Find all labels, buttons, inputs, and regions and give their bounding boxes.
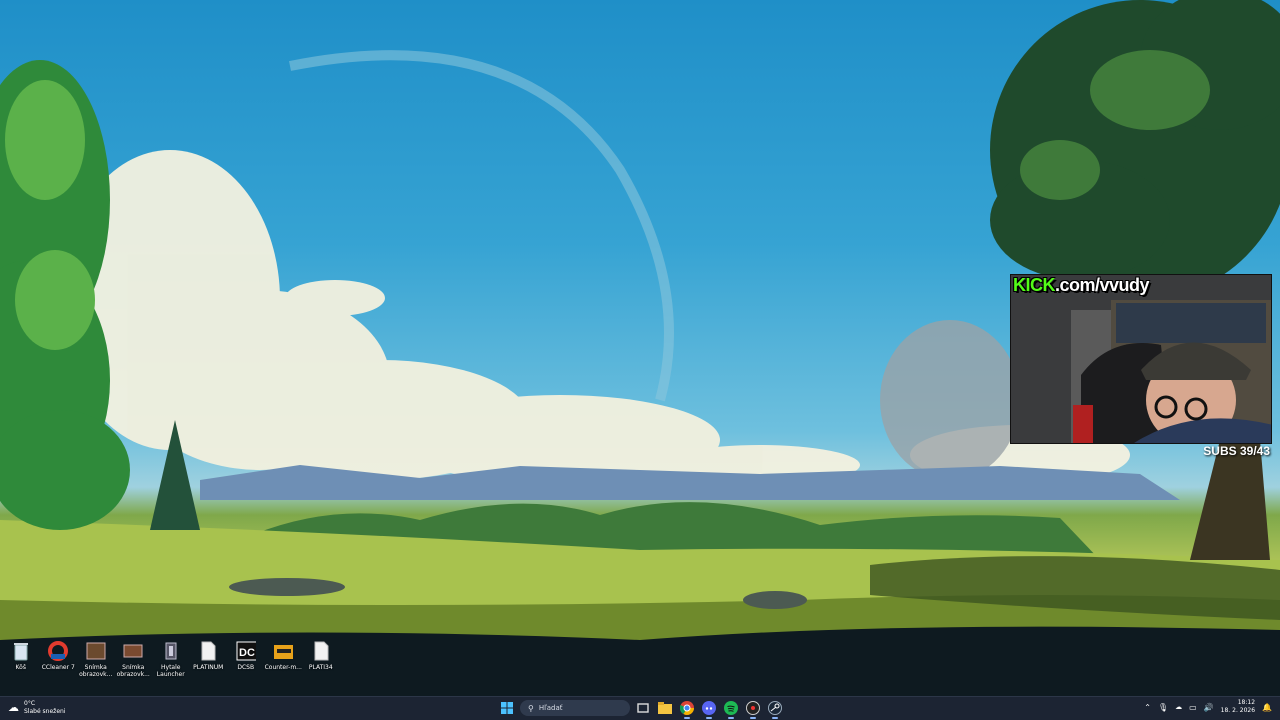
system-tray: ⌃ 🎙 ☁ ▭ 🔊 18:12 18. 2. 2026 🔔 [1144,699,1272,715]
obs-button[interactable] [744,699,762,719]
webcam-video [1011,275,1271,443]
task-view-button[interactable] [634,699,652,717]
screenshot-icon [86,640,106,662]
weather-temp: 0°C [24,700,36,707]
file-icon [311,640,331,662]
folder-icon [273,640,294,662]
notification-bell-icon[interactable]: 🔔 [1262,703,1272,712]
obs-icon [746,701,760,715]
task-view-icon [637,703,649,713]
search-icon: ⚲ [528,703,534,713]
taskbar-search[interactable]: ⚲ Hľadať [520,700,630,716]
chrome-icon [680,701,694,715]
cloud-snow-icon: ☁ [8,701,19,714]
svg-text:DC: DC [239,647,255,659]
spotify-button[interactable] [722,699,740,719]
desktop-icons: Kôš CCleaner 7 Snímka obrazovk... Snímka… [2,640,340,678]
desktop-icon-recycle-bin[interactable]: Kôš [2,640,40,678]
folder-icon [658,702,672,714]
desktop-icon-counter[interactable]: Counter-m... [265,640,303,678]
taskbar: ☁ 0°C Slabé sneženi ⚲ Hľadať ⌃ 🎙 ☁ ▭ 🔊 1… [0,696,1280,720]
file-icon [198,640,218,662]
search-placeholder: Hľadať [538,704,563,712]
clock-time: 18:12 [1237,699,1256,706]
clock[interactable]: 18:12 18. 2. 2026 [1221,699,1255,715]
webcam-overlay: KICK.com/vvudy [1010,274,1272,444]
weather-description: Slabé sneženi [24,708,66,715]
chevron-up-icon[interactable]: ⌃ [1144,703,1151,712]
weather-widget[interactable]: ☁ 0°C Slabé sneženi [8,700,66,716]
desktop-icon-hytale[interactable]: Hytale Launcher [152,640,190,678]
microphone-icon[interactable]: 🎙 [1158,703,1168,712]
hytale-icon [161,640,181,662]
taskbar-center: ⚲ Hľadať [498,699,784,719]
start-button[interactable] [498,699,516,717]
desktop-icon-dcsb[interactable]: DC DCSB [227,640,265,678]
desktop-icon-screenshot-2[interactable]: Snímka obrazovk... [115,640,153,678]
windows-icon [501,702,513,714]
clock-date: 18. 2. 2026 [1220,707,1256,714]
desktop-icon-ccleaner[interactable]: CCleaner 7 [40,640,78,678]
onedrive-icon[interactable]: ☁ [1175,703,1182,711]
spotify-icon [724,701,738,715]
discord-button[interactable] [700,699,718,719]
discord-icon [702,701,716,715]
desktop-icon-screenshot-1[interactable]: Snímka obrazovk... [77,640,115,678]
recycle-bin-icon [11,640,31,662]
file-explorer-button[interactable] [656,699,674,717]
dc-icon: DC [236,640,256,662]
volume-icon[interactable]: 🔊 [1204,703,1214,712]
steam-button[interactable] [766,699,784,719]
steam-icon [768,701,782,715]
screenshot-icon [123,640,143,662]
subs-counter: SUBS 39/43 [1203,444,1270,458]
ccleaner-icon [48,640,69,662]
desktop-icon-platinum[interactable]: PLATINUM [190,640,228,678]
kick-channel-label: KICK.com/vvudy [1013,275,1150,295]
desktop-icon-plati34[interactable]: PLATI34 [302,640,340,678]
network-icon[interactable]: ▭ [1189,703,1197,712]
chrome-button[interactable] [678,699,696,719]
